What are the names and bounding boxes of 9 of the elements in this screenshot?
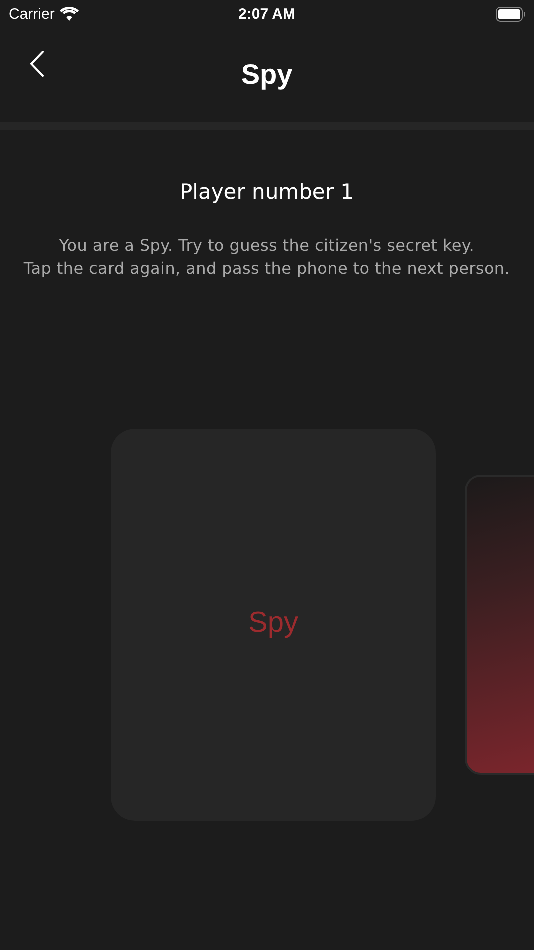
wifi-icon — [60, 7, 79, 21]
role-card[interactable]: Spy — [111, 429, 436, 821]
battery-icon — [496, 6, 526, 22]
instructions-text: You are a Spy. Try to guess the citizen's secret key. Tap the card again, and pass the phone to the next person. — [24, 235, 510, 280]
carrier-label: Carrier — [9, 6, 55, 22]
status-time: 2:07 AM — [238, 6, 296, 22]
player-title: Player number 1 — [180, 180, 354, 204]
screen-title: Spy — [241, 59, 293, 91]
role-label: Spy — [248, 607, 298, 640]
